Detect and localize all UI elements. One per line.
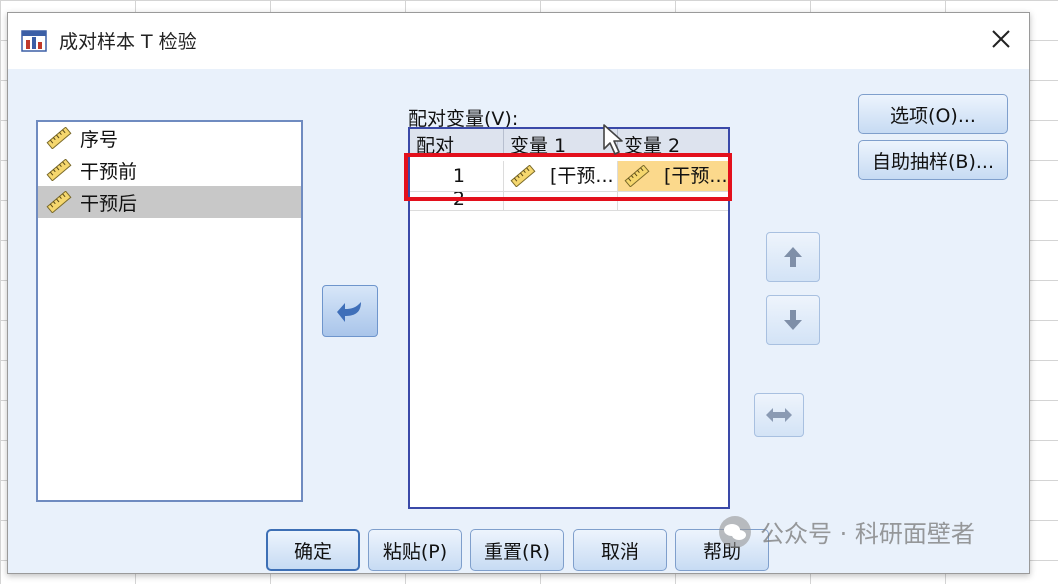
- ok-button[interactable]: 确定: [266, 529, 360, 571]
- options-button[interactable]: 选项(O)...: [858, 94, 1008, 134]
- swap-button[interactable]: [754, 393, 804, 437]
- move-up-button[interactable]: [766, 232, 820, 282]
- variable-item-pre[interactable]: 干预前: [38, 154, 301, 186]
- scale-ruler-icon: [46, 159, 72, 181]
- bootstrap-button[interactable]: 自助抽样(B)...: [858, 140, 1008, 180]
- table-header: 配对 变量 1 变量 2: [410, 129, 728, 154]
- paste-button[interactable]: 粘贴(P): [368, 529, 462, 571]
- move-down-button[interactable]: [766, 295, 820, 345]
- title-bar: 成对样本 T 检验: [8, 13, 1029, 69]
- variable-label: 干预前: [80, 160, 138, 183]
- window-title: 成对样本 T 检验: [59, 31, 197, 53]
- reset-button[interactable]: 重置(R): [470, 529, 564, 571]
- close-icon[interactable]: [987, 25, 1015, 53]
- cancel-button[interactable]: 取消: [573, 529, 667, 571]
- watermark: 公众号 · 科研面壁者: [718, 514, 975, 549]
- mouse-pointer-icon: [603, 124, 623, 155]
- red-highlight-box: [404, 153, 732, 201]
- header-variable-2: 变量 2: [624, 135, 681, 153]
- spss-app-icon: [21, 30, 47, 52]
- arrow-up-icon: [784, 247, 802, 267]
- variable-label: 干预后: [80, 192, 138, 215]
- wechat-icon: [719, 515, 751, 548]
- scale-ruler-icon: [46, 127, 72, 149]
- source-variable-list[interactable]: 序号 干预前 干预后: [36, 120, 303, 502]
- swap-arrows-icon: [766, 408, 792, 422]
- scale-ruler-icon: [46, 191, 72, 213]
- move-to-pairs-button[interactable]: [322, 285, 378, 337]
- dialog-content: 序号 干预前 干预后 配对变量(V): 配对 变量 1 变量 2 1 [干预..…: [8, 69, 1029, 573]
- header-pair: 配对: [410, 129, 504, 153]
- arrow-down-icon: [784, 310, 802, 330]
- variable-item-post[interactable]: 干预后: [38, 186, 301, 218]
- watermark-text: 公众号 · 科研面壁者: [760, 520, 975, 548]
- paired-t-test-dialog: 成对样本 T 检验 序号 干预前 干预后 配对变量(V): 配对 变量 1 变量…: [7, 12, 1030, 574]
- arrow-return-left-icon: [337, 302, 361, 322]
- variable-label: 序号: [80, 128, 119, 151]
- variable-item-xuhao[interactable]: 序号: [38, 122, 301, 154]
